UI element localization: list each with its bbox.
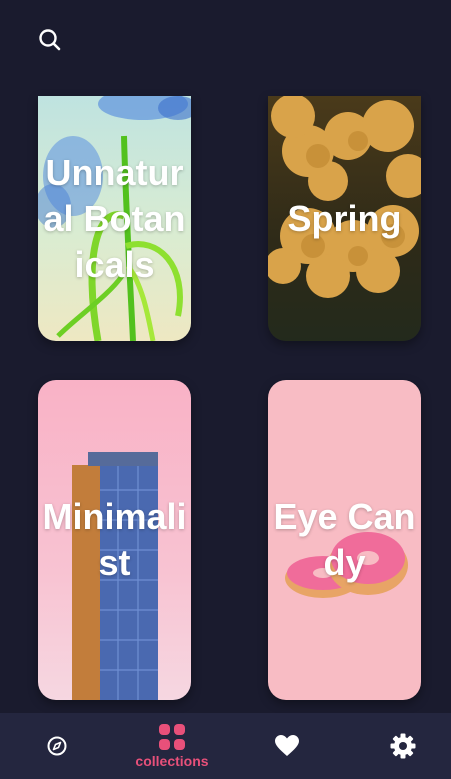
collection-card-unnatural-botanicals[interactable]: Unnatural Botanicals [38, 96, 191, 341]
collections-icon [159, 724, 185, 750]
collection-card-minimalist[interactable]: Minimalist [38, 380, 191, 700]
nav-item-settings[interactable] [377, 713, 429, 779]
collection-title: Unnatural Botanicals [43, 151, 186, 285]
collection-card-eye-candy[interactable]: Eye Candy [268, 380, 421, 700]
nav-label-collections: collections [135, 753, 209, 769]
explore-icon [47, 736, 67, 756]
nav-item-favorites[interactable] [262, 713, 312, 779]
collection-title: Eye Candy [273, 496, 416, 583]
nav-item-collections[interactable]: collections [122, 713, 222, 779]
gear-icon [390, 733, 416, 759]
nav-item-explore[interactable] [31, 713, 83, 779]
collection-title: Minimalist [42, 496, 187, 583]
collection-title: Spring [287, 197, 402, 239]
heart-icon [275, 735, 299, 756]
search-icon [39, 29, 61, 51]
search-button[interactable] [36, 26, 64, 54]
collection-card-spring[interactable]: Spring [268, 96, 421, 341]
bottom-navigation: collections [0, 713, 451, 779]
